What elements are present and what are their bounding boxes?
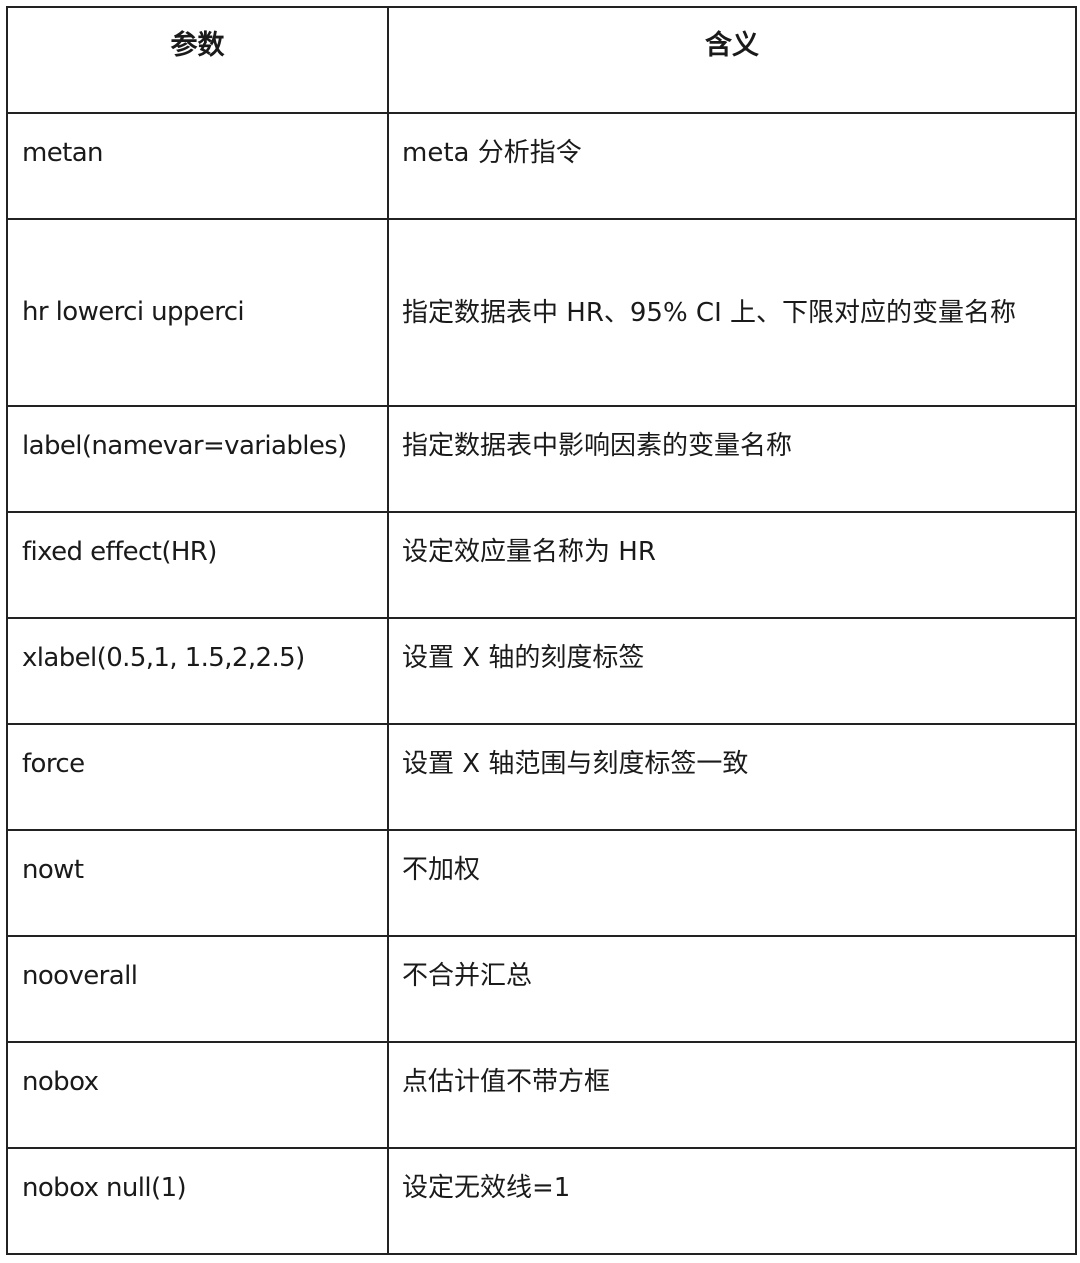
- header-meaning-label: 含义: [705, 30, 759, 61]
- table-row: nooverall 不合并汇总: [6, 935, 1077, 1043]
- table-row: nobox 点估计值不带方框: [6, 1041, 1077, 1149]
- meaning-cell: 指定数据表中 HR、95% CI 上、下限对应的变量名称: [387, 218, 1077, 407]
- meaning-cell: 设定效应量名称为 HR: [387, 511, 1077, 619]
- param-cell: label(namevar=variables): [6, 405, 389, 513]
- meaning-cell: 指定数据表中影响因素的变量名称: [387, 405, 1077, 513]
- param-cell: nobox: [6, 1041, 389, 1149]
- parameter-table: 参数 含义 metan meta 分析指令 hr lowerci upperci…: [6, 6, 1077, 1255]
- meaning-cell: 不合并汇总: [387, 935, 1077, 1043]
- header-param-label: 参数: [170, 30, 225, 61]
- table-row: nobox null(1) 设定无效线=1: [6, 1147, 1077, 1255]
- table-row: fixed effect(HR) 设定效应量名称为 HR: [6, 511, 1077, 619]
- param-cell: hr lowerci upperci: [6, 218, 389, 407]
- table-row: metan meta 分析指令: [6, 112, 1077, 220]
- meaning-cell: meta 分析指令: [387, 112, 1077, 220]
- meaning-cell: 设定无效线=1: [387, 1147, 1077, 1255]
- table-row: force 设置 X 轴范围与刻度标签一致: [6, 723, 1077, 831]
- table-row: hr lowerci upperci 指定数据表中 HR、95% CI 上、下限…: [6, 218, 1077, 407]
- param-cell: fixed effect(HR): [6, 511, 389, 619]
- table-row: nowt 不加权: [6, 829, 1077, 937]
- header-meaning: 含义: [387, 6, 1077, 114]
- param-cell: nobox null(1): [6, 1147, 389, 1255]
- param-cell: force: [6, 723, 389, 831]
- param-cell: nowt: [6, 829, 389, 937]
- meaning-cell: 设置 X 轴范围与刻度标签一致: [387, 723, 1077, 831]
- param-cell: metan: [6, 112, 389, 220]
- meaning-cell: 点估计值不带方框: [387, 1041, 1077, 1149]
- header-param: 参数: [6, 6, 389, 114]
- param-cell: xlabel(0.5,1, 1.5,2,2.5): [6, 617, 389, 725]
- table-header-row: 参数 含义: [6, 6, 1077, 114]
- meaning-cell: 设置 X 轴的刻度标签: [387, 617, 1077, 725]
- table-row: label(namevar=variables) 指定数据表中影响因素的变量名称: [6, 405, 1077, 513]
- meaning-cell: 不加权: [387, 829, 1077, 937]
- param-cell: nooverall: [6, 935, 389, 1043]
- table-row: xlabel(0.5,1, 1.5,2,2.5) 设置 X 轴的刻度标签: [6, 617, 1077, 725]
